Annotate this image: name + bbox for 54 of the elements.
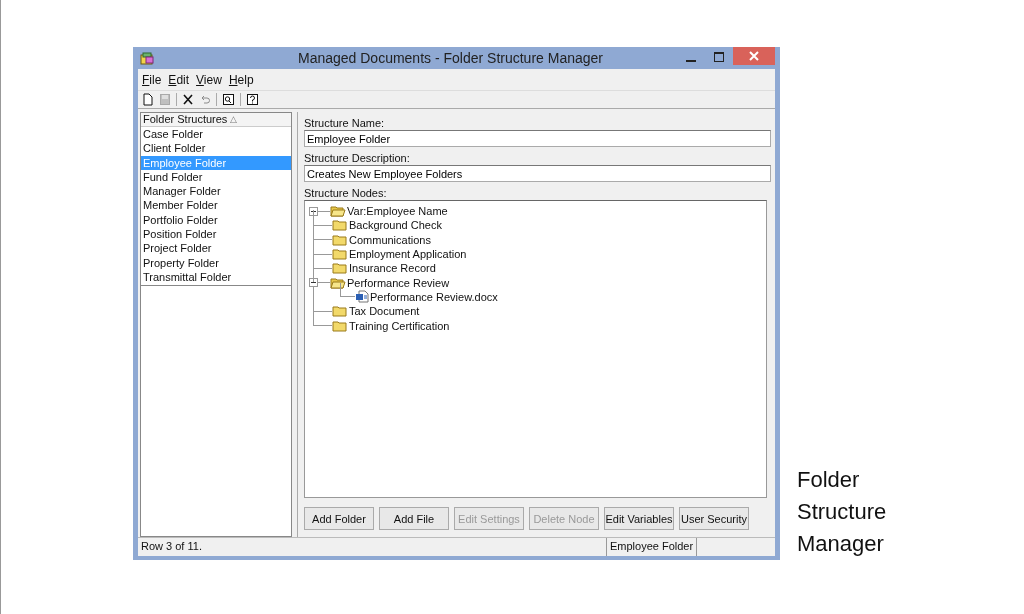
expander-icon[interactable] [309, 206, 318, 216]
caption: Folder Structure Manager [797, 466, 888, 558]
open-folder-icon [330, 205, 346, 218]
menu-item[interactable]: File [142, 72, 162, 87]
input-field[interactable]: Creates New Employee Folders [304, 165, 771, 182]
menu-item[interactable]: Help [228, 72, 254, 87]
tree-node[interactable]: Insurance Record [349, 262, 436, 275]
expander-icon[interactable] [309, 278, 318, 288]
folder-icon [332, 233, 348, 246]
tree-node[interactable]: Var:Employee Name [347, 205, 448, 218]
list-item[interactable]: Member Folder [141, 198, 291, 213]
field-label: Structure Name: [304, 117, 386, 130]
close-icon[interactable] [733, 47, 775, 65]
menu-item[interactable]: Edit [168, 72, 190, 87]
column-header[interactable]: Folder Structures △ [141, 113, 291, 127]
list-item[interactable]: Fund Folder [141, 169, 291, 185]
tree-node[interactable]: Performance Review [347, 276, 450, 289]
status-text: Row 3 of 11. [140, 539, 203, 554]
tree-node[interactable]: Tax Document [349, 305, 420, 318]
list-item[interactable]: Property Folder [141, 255, 291, 270]
help-icon[interactable] [246, 93, 259, 106]
tree-node[interactable]: Training Certification [349, 319, 450, 332]
button[interactable]: Add Folder [304, 507, 374, 530]
button[interactable]: Add File [379, 507, 449, 530]
app-icon [140, 51, 154, 65]
list-item[interactable]: Position Folder [141, 227, 291, 242]
input-field[interactable]: Employee Folder [304, 130, 771, 147]
status-panel: Employee Folder [606, 538, 697, 556]
window-title: Managed Documents - Folder Structure Manager [296, 50, 604, 66]
list-item[interactable]: Manager Folder [141, 184, 291, 199]
new-document-icon[interactable] [142, 93, 154, 106]
folder-icon [332, 305, 348, 318]
list-item[interactable]: Portfolio Folder [141, 212, 291, 228]
open-folder-icon [330, 276, 346, 289]
tree-node[interactable]: Background Check [349, 219, 442, 232]
field-label: Structure Description: [304, 152, 411, 165]
field-label: Structure Nodes: [304, 187, 388, 200]
list-item[interactable]: Project Folder [141, 241, 291, 256]
list-item[interactable]: Client Folder [141, 141, 291, 156]
button[interactable]: User Security [679, 507, 749, 530]
document-icon [355, 290, 369, 304]
folder-icon [332, 248, 348, 261]
folder-icon [332, 319, 348, 332]
folder-icon [332, 262, 348, 275]
tree-node[interactable]: Employment Application [349, 248, 467, 261]
folder-icon [332, 219, 348, 232]
find-icon[interactable] [222, 93, 235, 106]
tree-node[interactable]: Communications [349, 233, 431, 246]
list-item[interactable]: Transmittal Folder [141, 269, 291, 285]
menu-item[interactable]: View [196, 72, 222, 87]
button[interactable]: Edit Variables [604, 507, 674, 530]
list-item[interactable]: Case Folder [141, 127, 291, 142]
delete-icon[interactable] [182, 93, 194, 106]
tree-node[interactable]: Performance Review.docx [370, 290, 498, 303]
